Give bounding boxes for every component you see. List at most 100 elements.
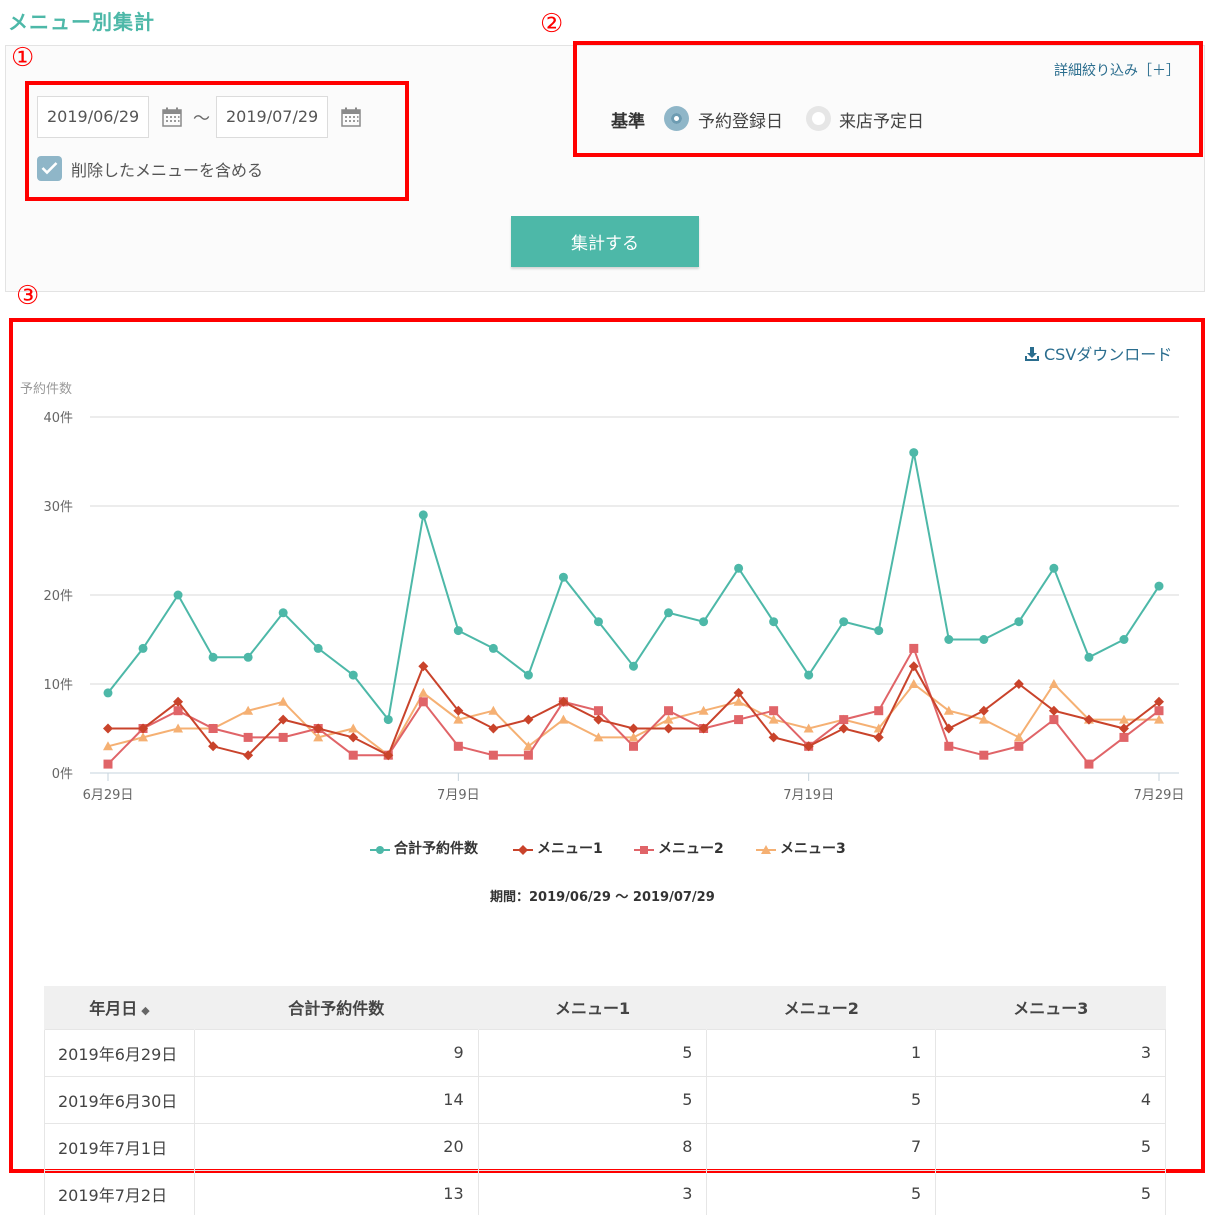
data-point — [523, 670, 533, 680]
cell-date: 2019年7月1日 — [44, 1122, 195, 1171]
data-point — [1119, 732, 1129, 742]
data-point — [839, 617, 849, 627]
data-point — [874, 626, 884, 636]
data-point — [943, 723, 954, 734]
y-tick-label: 30件 — [43, 500, 73, 515]
cell-date: 2019年6月29日 — [44, 1028, 195, 1077]
data-point — [103, 723, 113, 734]
data-point — [1084, 759, 1094, 769]
data-point — [1014, 741, 1024, 751]
legend-circle-marker — [370, 846, 390, 854]
data-point — [103, 759, 113, 769]
data-point — [418, 687, 429, 697]
data-point — [1119, 635, 1129, 644]
y-tick-label: 20件 — [43, 589, 73, 604]
data-point — [348, 732, 359, 743]
x-tick-label: 7月19日 — [783, 788, 834, 803]
data-point — [523, 750, 533, 760]
data-point — [488, 643, 498, 653]
x-tick-label: 7月9日 — [437, 788, 480, 803]
legend-square-marker — [634, 846, 654, 854]
data-point — [453, 626, 463, 636]
legend-label: メニュー2 — [658, 841, 724, 857]
cell-menu3: 4 — [935, 1075, 1166, 1124]
line-chart: 予約件数 0件 10件 20件 30件 40件 6月29日 7月9日 7月19日 7月29日 — [20, 382, 1184, 803]
data-point — [734, 715, 744, 725]
data-point — [488, 723, 499, 734]
table-row: 2019年7月2日 13 3 5 5 — [44, 1169, 1166, 1215]
data-point — [979, 635, 989, 644]
csv-download-link[interactable]: CSVダウンロード — [1024, 341, 1172, 365]
cell-total: 14 — [193, 1075, 479, 1124]
data-point — [664, 608, 674, 618]
cell-total: 9 — [193, 1028, 479, 1077]
sort-icon[interactable]: ◆ — [141, 1004, 149, 1017]
annotation-marker-2: ② — [540, 9, 564, 39]
cell-menu3: 5 — [935, 1122, 1166, 1171]
data-point — [488, 705, 499, 715]
y-tick-label: 0件 — [52, 767, 73, 782]
legend-label: メニュー3 — [780, 841, 846, 857]
data-point — [278, 608, 288, 618]
data-point — [208, 724, 218, 733]
data-point — [628, 723, 639, 734]
series-line — [107, 452, 1160, 722]
legend-item-menu3[interactable]: メニュー3 — [756, 838, 846, 858]
legend-item-menu2[interactable]: メニュー2 — [634, 838, 724, 858]
legend-label: 合計予約件数 — [394, 841, 478, 857]
data-point — [173, 590, 183, 600]
aggregate-button[interactable]: 集計する — [511, 216, 699, 267]
data-point — [243, 652, 253, 662]
y-axis-label: 予約件数 — [20, 382, 72, 397]
data-point — [348, 723, 359, 733]
data-point — [769, 617, 779, 627]
cell-total: 13 — [193, 1169, 479, 1215]
data-point — [593, 617, 603, 627]
cell-total: 20 — [193, 1122, 479, 1171]
data-point — [804, 670, 814, 680]
data-point — [593, 706, 603, 716]
data-point — [418, 697, 428, 707]
column-header-menu1: メニュー1 — [477, 986, 707, 1029]
cell-menu3: 5 — [935, 1169, 1166, 1215]
legend-item-total[interactable]: 合計予約件数 — [370, 838, 478, 858]
table-header-row: 年月日 ◆ 合計予約件数 メニュー1 メニュー2 メニュー3 — [44, 986, 1166, 1029]
data-point — [734, 563, 744, 573]
download-icon — [1025, 347, 1039, 361]
cell-menu3: 3 — [935, 1028, 1166, 1077]
annotation-marker-1: ① — [11, 43, 35, 73]
data-point — [663, 723, 674, 734]
data-point — [383, 715, 393, 725]
data-point — [768, 714, 779, 724]
legend-item-menu1[interactable]: メニュー1 — [513, 838, 603, 858]
data-point — [138, 643, 148, 653]
cell-menu1: 5 — [477, 1028, 708, 1077]
column-header-menu3: メニュー3 — [935, 986, 1166, 1029]
table-row: 2019年6月30日 14 5 5 4 — [44, 1075, 1166, 1124]
column-header-date[interactable]: 年月日 ◆ — [44, 986, 195, 1029]
data-point — [873, 732, 884, 743]
data-point — [103, 688, 113, 698]
data-point — [278, 696, 289, 706]
annotation-marker-3: ③ — [16, 281, 40, 311]
data-point — [1014, 617, 1024, 627]
data-point — [348, 750, 358, 760]
data-point — [418, 510, 428, 520]
cell-date: 2019年6月30日 — [44, 1075, 195, 1124]
period-label: 期間：2019/06/29 ～ 2019/07/29 — [490, 890, 715, 905]
data-point — [278, 732, 288, 742]
y-tick-label: 40件 — [43, 411, 73, 426]
cell-menu2: 5 — [706, 1075, 937, 1124]
data-point — [1049, 563, 1059, 573]
cell-menu1: 5 — [477, 1075, 708, 1124]
legend-triangle-marker — [756, 845, 776, 854]
data-point — [348, 670, 358, 680]
page-title: メニュー別集計 — [8, 10, 155, 34]
data-point — [173, 706, 183, 716]
data-point — [874, 706, 884, 716]
legend-diamond-marker — [513, 845, 533, 855]
data-point — [944, 635, 954, 644]
cell-menu1: 3 — [477, 1169, 708, 1215]
legend-label: メニュー1 — [537, 841, 603, 857]
data-point — [1049, 715, 1059, 725]
